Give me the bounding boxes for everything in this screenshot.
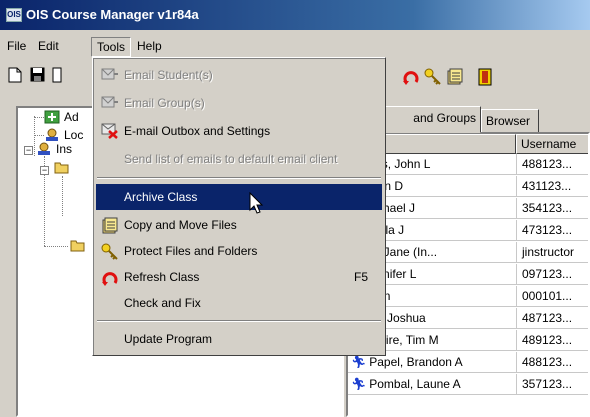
key-icon <box>101 243 119 260</box>
menu-item-check-and-fix[interactable]: Check and Fix <box>96 290 382 316</box>
menu-item-email-students[interactable]: Email Student(s) <box>96 62 382 88</box>
mouse-pointer-icon <box>249 192 264 214</box>
menu-item-label: Send list of emails to default email cli… <box>124 152 338 166</box>
menu-item-label: Update Program <box>124 332 213 346</box>
add-user-icon <box>44 110 60 124</box>
menu-tools[interactable]: Tools <box>91 37 132 57</box>
menu-item-label: Check and Fix <box>124 296 201 310</box>
print-icon[interactable] <box>48 67 66 85</box>
menu-item-label: E-mail Outbox and Settings <box>124 124 271 138</box>
cell-username: 000101... <box>516 286 588 307</box>
cell-username: 473123... <box>516 220 588 241</box>
menu-item-email-groups[interactable]: Email Group(s) <box>96 90 382 116</box>
copy-files-icon <box>101 217 119 234</box>
student-icon: 🏃︎ <box>351 377 367 391</box>
cell-username: 431123... <box>516 176 588 197</box>
tools-menu: Email Student(s) Email Group(s) E-mail O… <box>92 57 386 356</box>
cell-username: 488123... <box>516 352 588 373</box>
menu-item-label: Protect Files and Folders <box>124 244 258 258</box>
app-window: OIS OIS Course Manager v1r84a File Edit … <box>0 0 590 417</box>
menu-item-label: Archive Class <box>124 190 198 204</box>
shortcut-label: F5 <box>353 270 368 284</box>
menu-item-copy-move-files[interactable]: Copy and Move Files <box>96 212 382 238</box>
collapse-icon[interactable]: − <box>24 146 33 155</box>
collapse-icon[interactable]: − <box>40 166 49 175</box>
menu-item-label: Email Student(s) <box>124 68 213 82</box>
key-icon[interactable] <box>424 68 442 86</box>
cell-username: 354123... <box>516 198 588 219</box>
tree-item-label: Ins <box>56 142 73 156</box>
column-header-username[interactable]: Username <box>516 134 588 154</box>
menu-file[interactable]: File <box>2 37 31 57</box>
cell-username: 489123... <box>516 330 588 351</box>
menu-item-label: Email Group(s) <box>124 96 205 110</box>
tree-connector <box>34 135 44 136</box>
cell-username: jinstructor <box>516 242 588 263</box>
email-icon <box>101 95 119 111</box>
user-icon <box>36 142 52 156</box>
refresh-icon <box>101 269 119 286</box>
new-file-icon[interactable] <box>6 67 24 85</box>
folder-icon[interactable] <box>70 238 86 252</box>
student-name: Pombal, Laune A <box>369 377 461 391</box>
cell-username: 357123... <box>516 374 588 395</box>
menu-item-update-program[interactable]: Update Program <box>96 326 382 352</box>
menu-item-send-list[interactable]: Send list of emails to default email cli… <box>96 146 382 172</box>
email-icon <box>101 67 119 83</box>
tree-connector <box>34 116 35 156</box>
cell-username: 487123... <box>516 308 588 329</box>
student-name: Papel, Brandon A <box>369 355 463 369</box>
cell-username: 488123... <box>516 154 588 175</box>
menu-bar: File Edit Tools Help <box>0 34 590 57</box>
exit-icon[interactable] <box>476 68 494 86</box>
window-title: OIS Course Manager v1r84a <box>26 7 199 22</box>
title-bar: OIS OIS Course Manager v1r84a <box>0 0 590 30</box>
tree-item-label: Ad <box>64 110 79 124</box>
outbox-icon <box>101 123 119 139</box>
tree-connector <box>62 176 63 216</box>
tree-connector <box>44 246 68 247</box>
menu-item-label: Refresh Class <box>124 270 200 284</box>
refresh-icon[interactable] <box>402 68 420 86</box>
menu-item-refresh-class[interactable]: Refresh Class F5 <box>96 264 382 290</box>
menu-item-label: Copy and Move Files <box>124 218 237 232</box>
menu-separator <box>97 320 381 322</box>
app-logo-icon: OIS <box>6 8 22 22</box>
tree-connector <box>34 117 44 118</box>
copy-files-icon[interactable] <box>446 68 464 86</box>
menu-item-protect-files[interactable]: Protect Files and Folders <box>96 238 382 264</box>
menu-separator <box>97 177 381 179</box>
table-row[interactable]: 🏃︎ Pombal, Laune A 357123... <box>348 374 588 395</box>
menu-help[interactable]: Help <box>132 37 167 57</box>
menu-item-email-outbox[interactable]: E-mail Outbox and Settings <box>96 118 382 144</box>
cell-username: 097123... <box>516 264 588 285</box>
cell-name: 🏃︎ Pombal, Laune A <box>348 374 516 395</box>
student-icon: 🏃︎ <box>351 355 367 369</box>
open-folder-icon[interactable] <box>54 160 70 174</box>
tab-browser[interactable]: Browser <box>481 109 539 133</box>
menu-edit[interactable]: Edit <box>33 37 64 57</box>
save-icon[interactable] <box>28 67 46 85</box>
menu-item-archive-class[interactable]: Archive Class <box>96 184 382 210</box>
